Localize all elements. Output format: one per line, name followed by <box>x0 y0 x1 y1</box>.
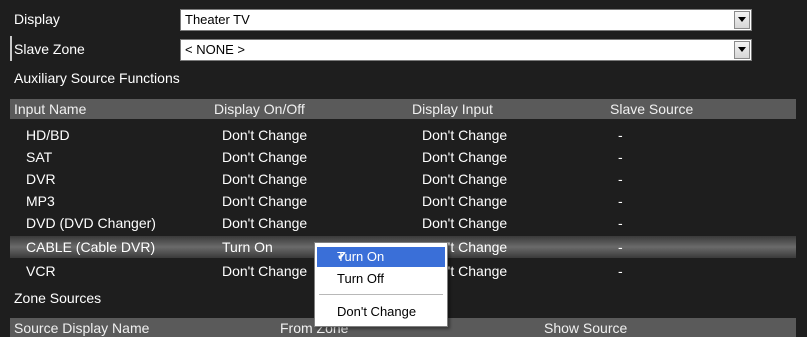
row-slave-source[interactable]: - <box>618 171 623 187</box>
triangle-down-icon <box>738 17 746 22</box>
aux-section-title: Auxiliary Source Functions <box>14 70 180 86</box>
row-slave-source[interactable]: - <box>618 193 623 209</box>
row-display-onoff[interactable]: Don't Change <box>222 127 307 143</box>
slave-zone-label: Slave Zone <box>14 41 85 57</box>
row-slave-source[interactable]: - <box>618 149 623 165</box>
header-slave-source: Slave Source <box>610 101 694 117</box>
table-row[interactable]: HD/BD Don't Change Don't Change - <box>10 124 796 146</box>
table-row[interactable]: SAT Don't Change Don't Change - <box>10 146 796 168</box>
row-slave-source[interactable]: - <box>618 263 623 279</box>
row-display-onoff[interactable]: Turn On <box>222 239 273 255</box>
row-display-input[interactable]: Don't Change <box>422 193 507 209</box>
row-input-name: SAT <box>26 149 53 165</box>
menu-item-turn-on[interactable]: ✔ Turn On <box>317 247 445 267</box>
header-display-input: Display Input <box>412 101 493 117</box>
row-display-onoff[interactable]: Don't Change <box>222 263 307 279</box>
display-select[interactable]: Theater TV <box>180 9 752 31</box>
row-input-name: DVR <box>26 171 56 187</box>
row-display-input[interactable]: Don't Change <box>422 171 507 187</box>
display-label: Display <box>14 11 60 27</box>
row-input-name: VCR <box>26 263 56 279</box>
zone-section-title: Zone Sources <box>14 290 102 306</box>
row-display-input[interactable]: Don't Change <box>422 215 507 231</box>
left-accent-bar <box>10 36 12 61</box>
aux-table-header: Input Name Display On/Off Display Input … <box>10 99 796 119</box>
row-slave-source[interactable]: - <box>618 127 623 143</box>
menu-item-label: Turn Off <box>337 271 384 286</box>
header-show-source: Show Source <box>544 320 628 336</box>
row-display-onoff[interactable]: Don't Change <box>222 193 307 209</box>
table-row[interactable]: DVR Don't Change Don't Change - <box>10 168 796 190</box>
menu-separator <box>319 294 443 295</box>
header-source-display-name: Source Display Name <box>14 320 150 336</box>
row-display-input[interactable]: Don't Change <box>422 127 507 143</box>
header-input-name: Input Name <box>14 101 87 117</box>
row-display-onoff[interactable]: Don't Change <box>222 171 307 187</box>
table-row[interactable]: DVD (DVD Changer) Don't Change Don't Cha… <box>10 212 796 234</box>
slave-zone-select[interactable]: < NONE > <box>180 39 752 61</box>
row-slave-source[interactable]: - <box>618 215 623 231</box>
row-input-name: HD/BD <box>26 127 70 143</box>
row-slave-source[interactable]: - <box>618 239 623 255</box>
row-input-name: CABLE (Cable DVR) <box>26 239 156 255</box>
header-display-onoff: Display On/Off <box>214 101 305 117</box>
menu-item-dont-change[interactable]: Don't Change <box>317 302 445 322</box>
slave-zone-dropdown-button[interactable] <box>734 41 750 59</box>
table-row[interactable]: MP3 Don't Change Don't Change - <box>10 190 796 212</box>
row-display-input[interactable]: Don't Change <box>422 149 507 165</box>
triangle-down-icon <box>738 47 746 52</box>
display-onoff-dropdown-menu[interactable]: ✔ Turn On Turn Off Don't Change <box>314 242 448 327</box>
slave-zone-select-value: < NONE > <box>185 42 245 57</box>
menu-item-label: Turn On <box>337 249 385 264</box>
display-select-value: Theater TV <box>185 12 250 27</box>
menu-item-turn-off[interactable]: Turn Off <box>317 269 445 289</box>
menu-item-label: Don't Change <box>337 304 417 319</box>
row-input-name: DVD (DVD Changer) <box>26 215 156 231</box>
row-input-name: MP3 <box>26 193 55 209</box>
row-display-onoff[interactable]: Don't Change <box>222 149 307 165</box>
row-display-onoff[interactable]: Don't Change <box>222 215 307 231</box>
display-dropdown-button[interactable] <box>734 11 750 29</box>
